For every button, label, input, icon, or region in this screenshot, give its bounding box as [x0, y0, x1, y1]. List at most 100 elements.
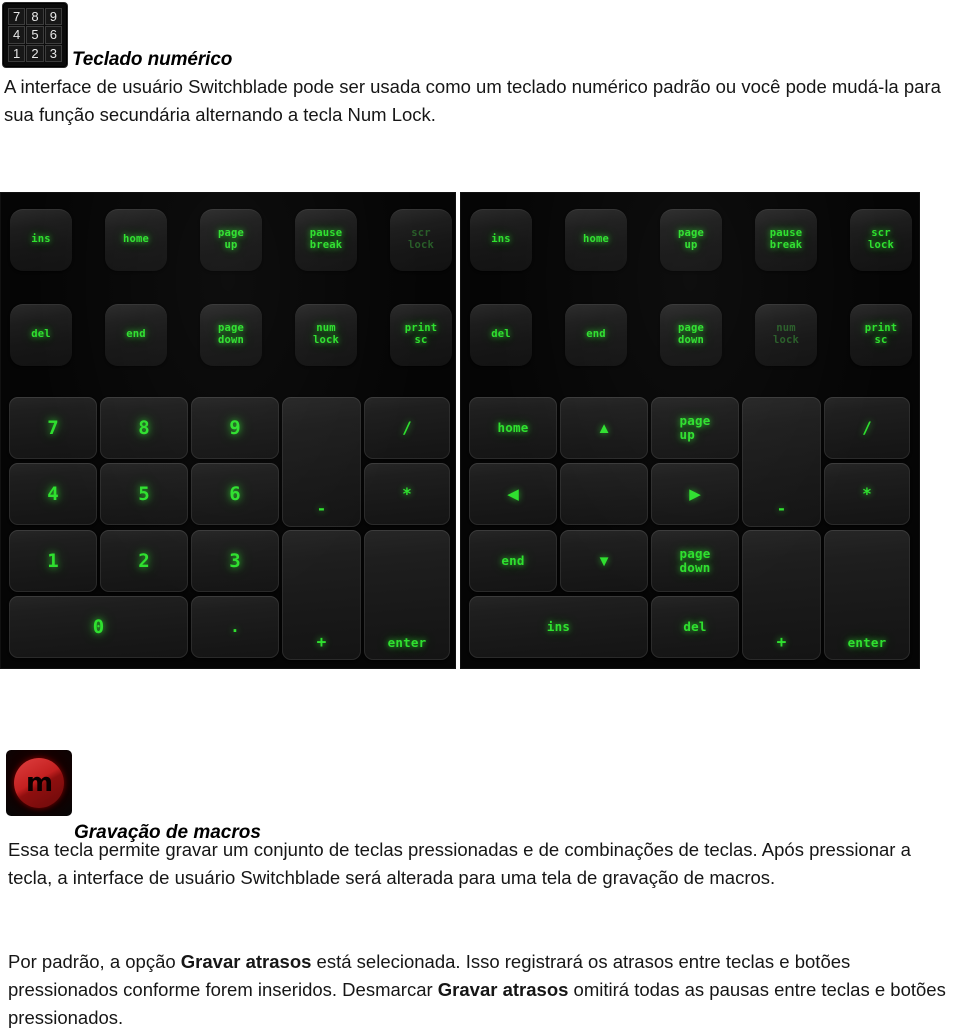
- key-pause-break[interactable]: pause break: [755, 209, 817, 271]
- key-del[interactable]: del: [651, 596, 739, 658]
- macro-section-paragraph-1: Essa tecla permite gravar um conjunto de…: [4, 832, 956, 892]
- key-label: page down: [679, 546, 711, 575]
- numpad-section-paragraph: A interface de usuário Switchblade pode …: [4, 75, 941, 125]
- key-page-down[interactable]: page down: [651, 530, 739, 592]
- key-enter[interactable]: enter: [824, 530, 910, 660]
- key-label: 5: [138, 482, 150, 505]
- key-ins[interactable]: ins: [469, 596, 648, 658]
- key-label: page down: [677, 322, 705, 346]
- key-*[interactable]: *: [824, 463, 910, 525]
- key-label: print sc: [864, 322, 898, 346]
- key-label: ins: [491, 233, 511, 246]
- key-4[interactable]: 4: [9, 463, 97, 525]
- key-+[interactable]: +: [742, 530, 821, 660]
- key-label: home: [582, 233, 610, 246]
- macro-recording-icon: m: [6, 750, 72, 816]
- key-enter[interactable]: enter: [364, 530, 450, 660]
- key-label: del: [683, 619, 707, 634]
- macro-paragraph-2-text: Por padrão, a opção Gravar atrasos está …: [4, 944, 956, 1032]
- key-print-sc[interactable]: print sc: [390, 304, 452, 366]
- key-label: /: [862, 418, 872, 437]
- key-label: ▼: [596, 552, 612, 570]
- key-page-down[interactable]: page down: [200, 304, 262, 366]
- key-ins[interactable]: ins: [10, 209, 72, 271]
- key-ins[interactable]: ins: [470, 209, 532, 271]
- key-label: *: [862, 484, 872, 503]
- key-pause-break[interactable]: pause break: [295, 209, 357, 271]
- key-end[interactable]: end: [105, 304, 167, 366]
- key-+[interactable]: +: [282, 530, 361, 660]
- key-label: num lock: [772, 322, 800, 346]
- key-label: .: [230, 617, 240, 636]
- key-label: home: [497, 420, 529, 435]
- key-end[interactable]: end: [565, 304, 627, 366]
- key-page-up[interactable]: page up: [660, 209, 722, 271]
- key-*[interactable]: *: [364, 463, 450, 525]
- key-5[interactable]: 5: [100, 463, 188, 525]
- key-num-lock[interactable]: num lock: [755, 304, 817, 366]
- key-.[interactable]: .: [191, 596, 279, 658]
- key-page-up[interactable]: page up: [200, 209, 262, 271]
- key-1[interactable]: 1: [9, 530, 97, 592]
- key--[interactable]: -: [282, 397, 361, 527]
- key-3[interactable]: 3: [191, 530, 279, 592]
- key-label: 2: [138, 549, 150, 572]
- navigation-mode-keypad: ins home page up pause break scr lock del end p…: [460, 192, 920, 669]
- key-0[interactable]: 0: [9, 596, 188, 658]
- key-/[interactable]: /: [364, 397, 450, 459]
- macro-icon-disc: m: [14, 758, 64, 808]
- key-scr-lock[interactable]: scr lock: [390, 209, 452, 271]
- key-label: ▲: [596, 419, 612, 437]
- key-home[interactable]: home: [469, 397, 557, 459]
- key-8[interactable]: 8: [100, 397, 188, 459]
- key-del[interactable]: del: [10, 304, 72, 366]
- key-label: scr lock: [867, 227, 895, 251]
- key-7[interactable]: 7: [9, 397, 97, 459]
- key-label: 0: [92, 615, 105, 638]
- key-label: pause break: [769, 227, 803, 251]
- key-label: ins: [546, 619, 571, 634]
- key-▲[interactable]: ▲: [560, 397, 648, 459]
- key-end[interactable]: end: [469, 530, 557, 592]
- key-label: num lock: [312, 322, 340, 346]
- key-/[interactable]: /: [824, 397, 910, 459]
- macro-p2-part-a: Por padrão, a opção: [8, 951, 181, 972]
- key-label: home: [122, 233, 150, 246]
- key-label: page up: [217, 227, 245, 251]
- key-del[interactable]: del: [470, 304, 532, 366]
- key-home[interactable]: home: [105, 209, 167, 271]
- numpad-icon-key: 1: [8, 44, 26, 62]
- key--[interactable]: -: [742, 397, 821, 527]
- key-num-lock[interactable]: num lock: [295, 304, 357, 366]
- numpad-icon-key: 8: [26, 8, 44, 26]
- key-6[interactable]: 6: [191, 463, 279, 525]
- key-label: enter: [387, 635, 427, 650]
- key-label: 1: [47, 549, 59, 572]
- key-9[interactable]: 9: [191, 397, 279, 459]
- key-◀[interactable]: ◀: [469, 463, 557, 525]
- key-label: print sc: [404, 322, 438, 346]
- numpad-section-title: Teclado numérico: [72, 49, 233, 70]
- numeric-keypad-icon: 7 8 9 4 5 6 1 2 3: [2, 2, 68, 68]
- key-home[interactable]: home: [565, 209, 627, 271]
- macro-paragraph-1-text: Essa tecla permite gravar um conjunto de…: [8, 839, 911, 889]
- key-2[interactable]: 2: [100, 530, 188, 592]
- key-blank[interactable]: [560, 463, 648, 525]
- key-scr-lock[interactable]: scr lock: [850, 209, 912, 271]
- key-label: del: [491, 328, 511, 341]
- key-page-up[interactable]: page up: [651, 397, 739, 459]
- key-label: end: [126, 328, 146, 341]
- numpad-icon-key: 6: [44, 26, 62, 44]
- key-▶[interactable]: ▶: [651, 463, 739, 525]
- key-label: ◀: [507, 485, 519, 503]
- key-page-down[interactable]: page down: [660, 304, 722, 366]
- numeric-mode-keypad: ins home page up pause break scr lock del end p…: [0, 192, 456, 669]
- key-label: 7: [47, 416, 59, 439]
- key-label: page up: [679, 413, 711, 442]
- key-▼[interactable]: ▼: [560, 530, 648, 592]
- macro-section-paragraph-2: Por padrão, a opção Gravar atrasos está …: [4, 944, 956, 1032]
- key-print-sc[interactable]: print sc: [850, 304, 912, 366]
- key-label: ▶: [689, 485, 701, 503]
- key-label: 6: [229, 482, 241, 505]
- key-label: page down: [217, 322, 245, 346]
